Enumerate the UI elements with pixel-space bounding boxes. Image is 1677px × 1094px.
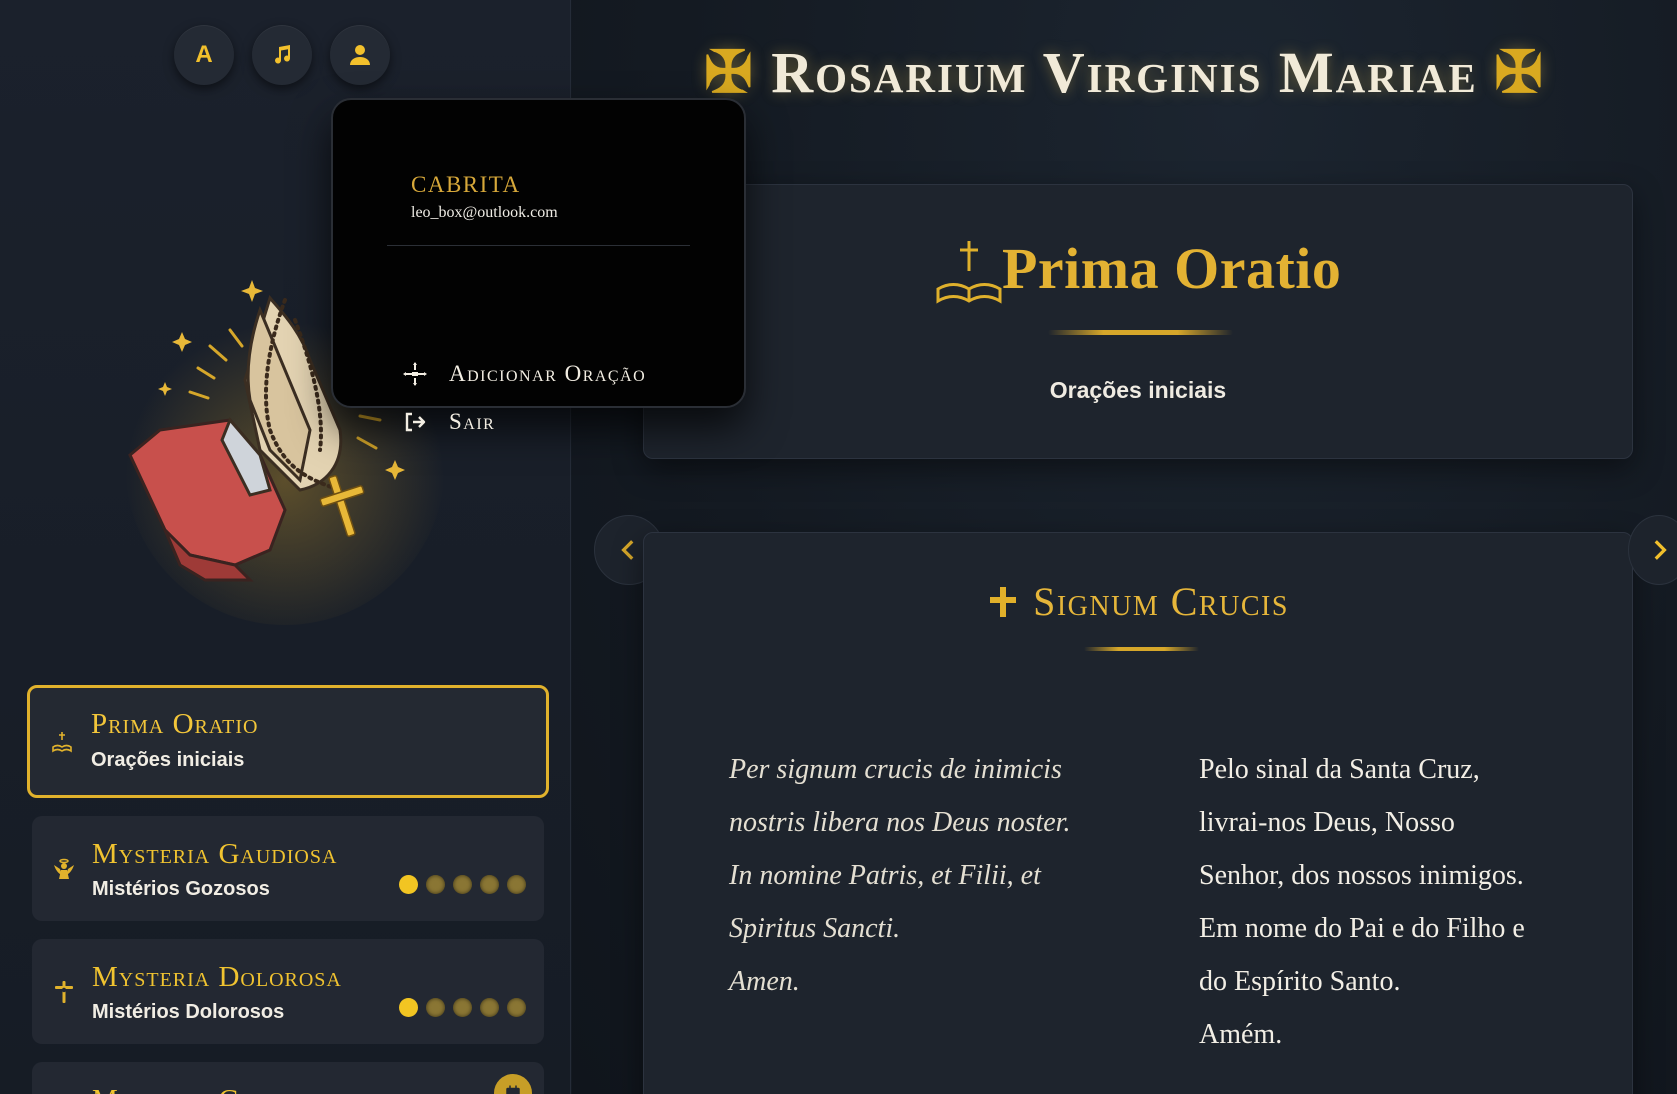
portuguese-text: Pelo sinal da Santa Cruz, livrai-nos Deu… <box>1199 743 1579 1061</box>
crucifix-icon <box>55 980 73 1003</box>
progress-dot <box>507 998 526 1017</box>
portuguese-line: Em nome do Pai e do Filho e <box>1199 913 1525 944</box>
nav-mysteria-gaudiosa[interactable]: Mysteria Gaudiosa Mistérios Gozosos <box>32 816 544 921</box>
nav-mysteria-gloriosa[interactable]: Mysteria Gloriosa <box>32 1062 544 1094</box>
divider <box>1048 330 1233 335</box>
user-email: leo_box@outlook.com <box>411 204 558 221</box>
latin-line: Spiritus Sancti. <box>729 913 901 944</box>
angel-icon <box>54 858 74 879</box>
nav-subtitle: Mistérios Gozosos <box>92 878 270 900</box>
progress-dot <box>453 875 472 894</box>
prayer-title: Signum Crucis <box>644 578 1632 625</box>
latin-line: Per signum crucis de inimicis <box>729 754 1062 785</box>
progress-dot <box>507 875 526 894</box>
nav-title: Mysteria Gloriosa <box>92 1084 334 1094</box>
next-prayer-button[interactable] <box>1628 515 1677 585</box>
portuguese-line: livrai-nos Deus, Nosso <box>1199 807 1455 838</box>
section-subtitle: Orações iniciais <box>1049 377 1227 403</box>
menu-item-label: Sair <box>449 409 496 434</box>
calendar-icon <box>506 1085 520 1094</box>
cross-icon <box>990 587 1017 617</box>
user-icon <box>350 45 370 65</box>
calendar-badge <box>494 1074 532 1094</box>
latin-line: nostris libera nos Deus noster. <box>729 807 1071 838</box>
user-name: CABRITA <box>411 172 521 197</box>
portuguese-line: do Espírito Santo. <box>1199 966 1401 997</box>
page-title: ✠ Rosarium Virginis Mariae ✠ <box>572 38 1677 106</box>
maltese-cross-icon: ✠ <box>704 40 755 105</box>
latin-text: Per signum crucis de inimicis nostris li… <box>729 743 1109 1008</box>
nav-prima-oratio[interactable]: Prima Oratio Orações iniciais <box>27 685 549 798</box>
prayer-card: Signum Crucis Per signum crucis de inimi… <box>643 532 1633 1094</box>
progress-dot <box>399 998 418 1017</box>
user-menu-dropdown: CABRITA leo_box@outlook.com Adicionar Or… <box>331 98 746 434</box>
sidebar-toolbar: A <box>174 25 390 85</box>
bible-cross-icon <box>52 731 72 752</box>
divider <box>1084 647 1199 651</box>
nav-title: Prima Oratio <box>91 708 259 740</box>
logout-icon <box>405 412 426 432</box>
nav-mysteria-dolorosa[interactable]: Mysteria Dolorosa Mistérios Dolorosos <box>32 939 544 1044</box>
music-note-icon <box>275 45 291 64</box>
progress-dots <box>399 998 526 1017</box>
latin-line: In nomine Patris, et Filii, et <box>729 860 1041 891</box>
section-header-card: Prima Oratio Orações iniciais <box>643 184 1633 459</box>
portuguese-line: Senhor, dos nossos inimigos. <box>1199 860 1524 891</box>
bible-cross-icon <box>936 241 1002 304</box>
prayer-title-text: Signum Crucis <box>1033 579 1289 624</box>
nav-subtitle: Mistérios Dolorosos <box>92 1001 285 1023</box>
progress-dot <box>426 998 445 1017</box>
latin-line: Amen. <box>729 966 800 997</box>
progress-dot <box>453 998 472 1017</box>
progress-dot <box>480 998 499 1017</box>
cross-icon <box>403 362 427 386</box>
chevron-left-icon <box>621 540 634 560</box>
progress-dots <box>399 875 526 894</box>
menu-item-label: Adicionar Oração <box>449 361 647 386</box>
nav-title: Mysteria Dolorosa <box>92 961 342 993</box>
maltese-cross-icon: ✠ <box>1494 40 1545 105</box>
section-title: Prima Oratio <box>1002 236 1342 301</box>
progress-dot <box>480 875 499 894</box>
font-size-label: A <box>195 41 213 68</box>
nav-subtitle: Orações iniciais <box>91 749 245 771</box>
font-size-button[interactable]: A <box>174 25 234 85</box>
user-button[interactable] <box>330 25 390 85</box>
portuguese-line: Pelo sinal da Santa Cruz, <box>1199 754 1480 785</box>
portuguese-line: Amém. <box>1199 1019 1283 1050</box>
nav-title: Mysteria Gaudiosa <box>92 838 338 870</box>
menu-separator <box>387 245 690 246</box>
progress-dot <box>426 875 445 894</box>
logout-menu-item[interactable]: Sair <box>403 406 495 438</box>
progress-dot <box>399 875 418 894</box>
music-button[interactable] <box>252 25 312 85</box>
add-prayer-menu-item[interactable]: Adicionar Oração <box>403 358 646 390</box>
chevron-right-icon <box>1654 540 1667 560</box>
page-title-text: Rosarium Virginis Mariae <box>771 40 1478 105</box>
mysteries-nav: Prima Oratio Orações iniciais Mysteria G… <box>27 685 549 1094</box>
